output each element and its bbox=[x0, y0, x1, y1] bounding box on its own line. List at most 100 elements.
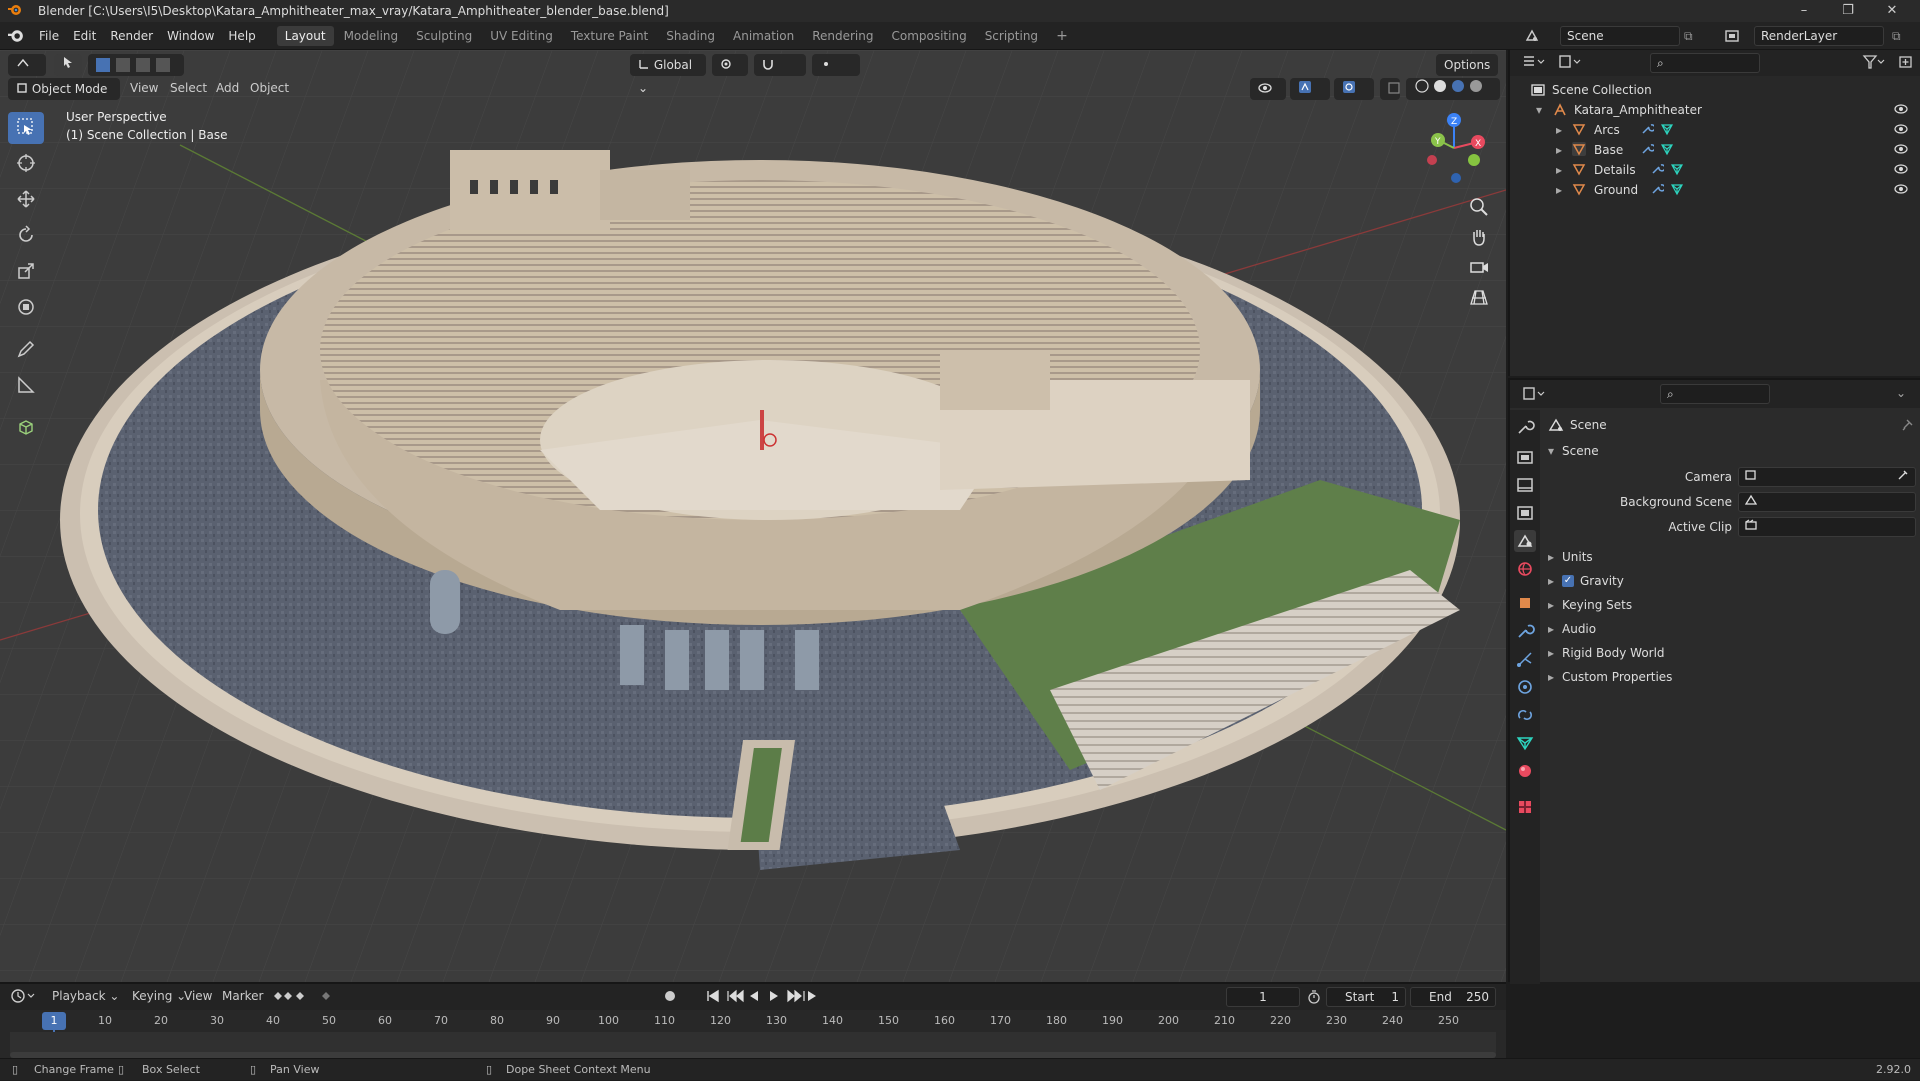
maximize-button[interactable]: ❐ bbox=[1826, 0, 1870, 22]
object-tab-icon[interactable] bbox=[1514, 592, 1536, 614]
expand-arrow-icon[interactable]: ▸ bbox=[1556, 180, 1562, 200]
visibility-eye-icon[interactable] bbox=[1894, 102, 1908, 122]
background-scene-field[interactable] bbox=[1738, 492, 1916, 512]
options-dropdown[interactable]: Options ⌄ bbox=[1436, 54, 1498, 94]
camera-view-icon[interactable] bbox=[1468, 256, 1494, 286]
perspective-toggle-icon[interactable] bbox=[1468, 286, 1494, 316]
object-data-tab-icon[interactable] bbox=[1514, 732, 1536, 754]
tab-rendering[interactable]: Rendering bbox=[804, 26, 881, 46]
collapse-arrow-icon[interactable]: ▾ bbox=[1548, 440, 1554, 462]
end-frame-field[interactable]: End 250 bbox=[1410, 987, 1496, 1007]
properties-editor-type-icon[interactable] bbox=[1522, 386, 1546, 405]
expand-arrow-icon[interactable]: ▸ bbox=[1556, 160, 1562, 180]
tab-modeling[interactable]: Modeling bbox=[336, 26, 407, 46]
visibility-eye-icon[interactable] bbox=[1894, 182, 1908, 202]
timeline-editor-type-icon[interactable] bbox=[10, 988, 36, 1007]
close-window-button[interactable]: ✕ bbox=[1870, 0, 1914, 22]
scene-name-field[interactable]: Scene bbox=[1560, 26, 1680, 46]
modifiers-tab-icon[interactable] bbox=[1514, 620, 1536, 642]
visibility-dropdown[interactable] bbox=[1250, 78, 1286, 100]
tab-animation[interactable]: Animation bbox=[725, 26, 802, 46]
tab-shading[interactable]: Shading bbox=[658, 26, 723, 46]
display-mode-icon[interactable] bbox=[1558, 54, 1582, 73]
pivot-point-dropdown[interactable] bbox=[712, 54, 748, 76]
menu-window[interactable]: Window bbox=[160, 22, 221, 50]
texture-tab-icon[interactable] bbox=[1514, 796, 1536, 818]
tab-compositing[interactable]: Compositing bbox=[883, 26, 974, 46]
camera-field[interactable] bbox=[1738, 467, 1916, 487]
selection-mode-buttons[interactable] bbox=[88, 54, 184, 76]
world-tab-icon[interactable] bbox=[1514, 558, 1536, 580]
view-layer-tab-icon[interactable] bbox=[1514, 502, 1536, 524]
blender-menu-icon[interactable] bbox=[8, 28, 24, 44]
editor-type-button[interactable]: ⌄ bbox=[8, 54, 46, 95]
snap-toggle[interactable] bbox=[754, 54, 806, 76]
expand-arrow-icon[interactable]: ▸ bbox=[1556, 120, 1562, 140]
rotate-tool[interactable] bbox=[8, 220, 44, 252]
outliner-object-row[interactable]: ▸ Details bbox=[1510, 160, 1920, 180]
properties-options-chevron-icon[interactable]: ⌄ bbox=[1896, 386, 1906, 400]
tab-uv-editing[interactable]: UV Editing bbox=[482, 26, 561, 46]
record-icon[interactable] bbox=[662, 988, 678, 1007]
tool-tab-icon[interactable] bbox=[1514, 416, 1536, 438]
add-cube-tool[interactable] bbox=[8, 412, 44, 444]
menu-file[interactable]: File bbox=[32, 22, 66, 50]
playback-controls[interactable] bbox=[706, 988, 818, 1007]
cursor-tool[interactable] bbox=[8, 148, 44, 180]
3d-viewport[interactable]: ⌄ Global ⌄ Options ⌄ Object Mode ⌄ View … bbox=[0, 50, 1506, 982]
xray-toggle[interactable] bbox=[1380, 78, 1400, 100]
measure-tool[interactable] bbox=[8, 370, 44, 402]
render-layer-selector[interactable]: RenderLayer ⧉ bbox=[1722, 26, 1918, 46]
active-clip-field[interactable] bbox=[1738, 517, 1916, 537]
visibility-eye-icon[interactable] bbox=[1894, 122, 1908, 142]
viewport-menu-object[interactable]: Object bbox=[250, 81, 289, 95]
visibility-eye-icon[interactable] bbox=[1894, 142, 1908, 162]
menu-edit[interactable]: Edit bbox=[66, 22, 103, 50]
tab-sculpting[interactable]: Sculpting bbox=[408, 26, 480, 46]
current-frame-field[interactable]: 1 bbox=[1226, 987, 1300, 1007]
stopwatch-icon[interactable] bbox=[1306, 989, 1322, 1008]
timeline-ruler[interactable]: 1 10 20 30 40 50 60 70 80 90 100 110 120… bbox=[0, 1010, 1506, 1060]
expand-arrow-icon[interactable]: ▸ bbox=[1548, 594, 1554, 616]
outliner-object-row[interactable]: ▸ Arcs bbox=[1510, 120, 1920, 140]
tab-texture-paint[interactable]: Texture Paint bbox=[563, 26, 656, 46]
tab-layout[interactable]: Layout bbox=[276, 25, 334, 46]
render-layer-field[interactable]: RenderLayer bbox=[1754, 26, 1884, 46]
transform-tool[interactable] bbox=[8, 292, 44, 324]
scene-new-icon[interactable]: ⧉ bbox=[1684, 29, 1693, 44]
pan-hand-icon[interactable] bbox=[1468, 226, 1494, 256]
eyedropper-icon[interactable] bbox=[1897, 468, 1909, 486]
expand-arrow-icon[interactable]: ▸ bbox=[1548, 570, 1554, 592]
scene-selector[interactable]: Scene ⧉ bbox=[1524, 26, 1704, 46]
navigation-gizmo[interactable]: Z X Y bbox=[1418, 112, 1498, 192]
output-tab-icon[interactable] bbox=[1514, 474, 1536, 496]
audio-section[interactable]: ▸ Audio bbox=[1548, 618, 1918, 640]
expand-arrow-icon[interactable]: ▸ bbox=[1548, 642, 1554, 664]
playhead-frame-indicator[interactable]: 1 bbox=[42, 1012, 66, 1030]
select-tool-header-icon[interactable] bbox=[54, 54, 82, 76]
shading-mode-buttons[interactable] bbox=[1406, 78, 1500, 100]
add-workspace-button[interactable]: + bbox=[1048, 26, 1076, 46]
gravity-section[interactable]: ▸ ✓ Gravity bbox=[1548, 570, 1918, 592]
physics-tab-icon[interactable] bbox=[1514, 676, 1536, 698]
transform-orientation-dropdown[interactable]: Global ⌄ bbox=[630, 54, 706, 95]
viewport-menu-select[interactable]: Select bbox=[170, 81, 207, 95]
keying-sets-section[interactable]: ▸ Keying Sets bbox=[1548, 594, 1918, 616]
proportional-edit-toggle[interactable] bbox=[812, 54, 860, 76]
new-collection-icon[interactable] bbox=[1898, 54, 1914, 73]
render-layer-new-icon[interactable]: ⧉ bbox=[1892, 29, 1901, 44]
timeline-menu-playback[interactable]: Playback ⌄ bbox=[52, 989, 119, 1003]
properties-search-input[interactable]: ⌕ bbox=[1660, 384, 1770, 404]
outliner-search-input[interactable]: ⌕ bbox=[1650, 53, 1760, 73]
viewport-menu-add[interactable]: Add bbox=[216, 81, 239, 95]
scale-tool[interactable] bbox=[8, 256, 44, 288]
particles-tab-icon[interactable] bbox=[1514, 648, 1536, 670]
zoom-icon[interactable] bbox=[1468, 196, 1494, 226]
expand-arrow-icon[interactable]: ▸ bbox=[1548, 666, 1554, 688]
move-tool[interactable] bbox=[8, 184, 44, 216]
collapse-arrow-icon[interactable]: ▾ bbox=[1536, 100, 1542, 120]
expand-arrow-icon[interactable]: ▸ bbox=[1548, 546, 1554, 568]
render-tab-icon[interactable] bbox=[1514, 446, 1536, 468]
object-mode-dropdown[interactable]: Object Mode ⌄ bbox=[8, 78, 120, 119]
gizmo-toggle[interactable] bbox=[1290, 78, 1330, 100]
